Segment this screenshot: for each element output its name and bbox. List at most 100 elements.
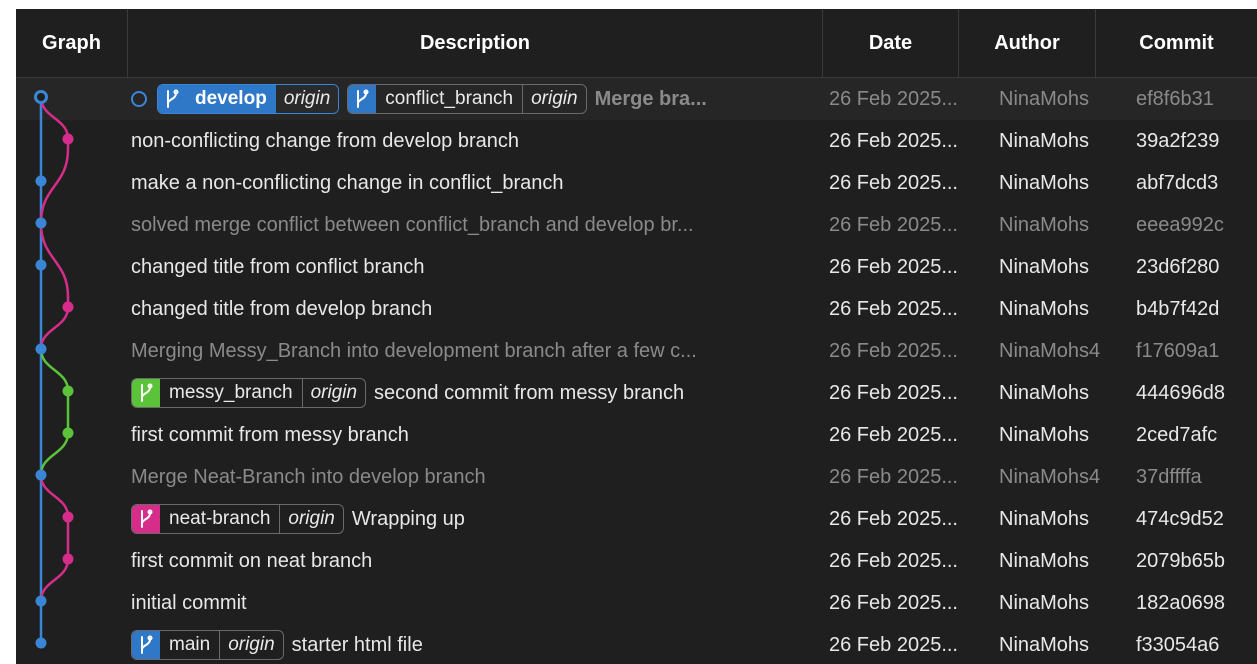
commit-node-icon[interactable] — [62, 301, 74, 313]
commit-hash: 2ced7afc — [1136, 424, 1218, 446]
commit-node-icon[interactable] — [62, 385, 74, 397]
commit-message: Merge bra... — [594, 88, 707, 110]
branch-tag-conflict-branch[interactable]: conflict_branch origin — [347, 84, 587, 114]
commit-author: NinaMohs — [999, 172, 1090, 194]
branch-remote: origin — [275, 85, 339, 113]
commit-description: develop origin conflict_branch origin Merge … — [131, 78, 821, 120]
commit-node-icon[interactable] — [62, 133, 74, 145]
commit-node-icon[interactable] — [35, 595, 47, 607]
author-column-header[interactable]: Author — [958, 9, 1095, 77]
commit-description: Merge Neat-Branch into develop branch — [131, 456, 821, 498]
commit-row[interactable]: changed title from develop branch 26 Feb … — [16, 288, 1257, 330]
commit-row[interactable]: Merging Messy_Branch into development br… — [16, 330, 1257, 372]
branch-name: messy_branch — [160, 379, 303, 407]
commit-node-icon[interactable] — [62, 511, 74, 523]
title-branch-lane — [39, 222, 70, 350]
commit-description: neat-branch origin Wrapping up — [131, 498, 821, 540]
commit-row[interactable]: solved merge conflict between conflict_b… — [16, 204, 1257, 246]
commit-hash: 23d6f280 — [1136, 256, 1220, 278]
commit-hash: eeea992c — [1136, 214, 1224, 236]
commit-message: second commit from messy branch — [374, 382, 685, 404]
commit-date: 26 Feb 2025... — [829, 634, 958, 656]
commit-date: 26 Feb 2025... — [829, 256, 958, 278]
commit-description: changed title from conflict branch — [131, 246, 821, 288]
table-header: Graph Description Date Author Commit — [16, 9, 1257, 78]
commit-description: messy_branch origin second commit from mes… — [131, 372, 821, 414]
commit-description: first commit on neat branch — [131, 540, 821, 582]
commit-node-icon[interactable] — [35, 469, 47, 481]
commit-author: NinaMohs — [999, 508, 1090, 530]
commit-author: NinaMohs — [999, 592, 1090, 614]
branch-icon — [132, 379, 160, 407]
branch-tag-messy-branch[interactable]: messy_branch origin — [131, 378, 367, 408]
branch-remote: origin — [531, 88, 578, 109]
commit-node-icon[interactable] — [35, 637, 47, 649]
branch-remote: origin — [288, 508, 335, 529]
graph-column-header[interactable]: Graph — [16, 9, 127, 77]
branch-graph — [34, 90, 74, 649]
commit-row[interactable]: first commit from messy branch 26 Feb 202… — [16, 414, 1257, 456]
commit-node-icon[interactable] — [35, 259, 47, 271]
commit-author: NinaMohs — [999, 256, 1090, 278]
commit-node-icon[interactable] — [35, 175, 47, 187]
branch-remote: origin — [310, 382, 358, 403]
commit-description: solved merge conflict between conflict_b… — [131, 204, 821, 246]
date-column-header[interactable]: Date — [822, 9, 958, 77]
commit-row[interactable]: changed title from conflict branch 26 Feb… — [16, 246, 1257, 288]
branch-name: neat-branch — [160, 505, 281, 533]
branch-name: main — [160, 631, 221, 659]
commit-message: changed title from conflict branch — [131, 256, 425, 278]
commit-node-icon[interactable] — [35, 217, 47, 229]
description-column-header[interactable]: Description — [127, 9, 822, 77]
branch-tag-neat-branch[interactable]: neat-branch origin — [131, 504, 344, 534]
commit-date: 26 Feb 2025... — [829, 172, 958, 194]
commit-column-header[interactable]: Commit — [1095, 9, 1257, 77]
commit-node-icon[interactable] — [34, 90, 48, 104]
commit-message: changed title from develop branch — [131, 298, 433, 320]
commit-hash: f17609a1 — [1136, 340, 1220, 362]
commit-row[interactable]: make a non-conflicting change in conflic… — [16, 162, 1257, 204]
commit-row[interactable]: main origin starter html file 26 Feb 2025..… — [16, 624, 1257, 664]
commit-date: 26 Feb 2025... — [829, 382, 958, 404]
commit-row[interactable]: Merge Neat-Branch into develop branch 26 … — [16, 456, 1257, 498]
branch-tag-develop[interactable]: develop origin — [157, 84, 340, 114]
commit-hash: 37dffffa — [1136, 466, 1202, 488]
commit-message: first commit on neat branch — [131, 550, 373, 572]
branch-tag-main[interactable]: main origin — [131, 630, 284, 660]
commit-description: changed title from develop branch — [131, 288, 821, 330]
commit-date: 26 Feb 2025... — [829, 214, 958, 236]
commit-author: NinaMohs4 — [999, 466, 1101, 488]
branch-name: conflict_branch — [376, 85, 524, 113]
commit-hash: ef8f6b31 — [1136, 88, 1214, 110]
commit-node-icon[interactable] — [62, 553, 74, 565]
commit-row[interactable]: initial commit 26 Feb 2025... NinaMohs 182a… — [16, 582, 1257, 624]
commit-hash: abf7dcd3 — [1136, 172, 1219, 194]
commit-author: NinaMohs — [999, 634, 1090, 656]
branch-icon — [132, 505, 160, 533]
commit-message: Merging Messy_Branch into development br… — [131, 340, 697, 362]
commit-node-icon[interactable] — [35, 343, 47, 355]
commit-row[interactable]: first commit on neat branch 26 Feb 2025..… — [16, 540, 1257, 582]
commit-date: 26 Feb 2025... — [829, 508, 958, 530]
commit-description: initial commit — [131, 582, 821, 624]
neat-branch-lane — [39, 474, 70, 602]
commit-message: solved merge conflict between conflict_b… — [131, 214, 694, 236]
commit-description: first commit from messy branch — [131, 414, 821, 456]
commit-message: starter html file — [291, 634, 423, 656]
develop-branch-lane — [39, 96, 70, 224]
commit-description: main origin starter html file — [131, 624, 821, 664]
commit-row[interactable]: non-conflicting change from develop bran… — [16, 120, 1257, 162]
commit-row[interactable]: messy_branch origin second commit from mes… — [16, 372, 1257, 414]
commit-author: NinaMohs — [999, 298, 1090, 320]
commit-author: NinaMohs — [999, 88, 1090, 110]
commit-date: 26 Feb 2025... — [829, 298, 958, 320]
branch-icon — [158, 85, 186, 113]
commit-date: 26 Feb 2025... — [829, 88, 958, 110]
commit-date: 26 Feb 2025... — [829, 466, 958, 488]
commit-author: NinaMohs — [999, 130, 1090, 152]
commit-node-icon[interactable] — [62, 427, 74, 439]
head-indicator-icon — [131, 91, 147, 107]
commit-row[interactable]: develop origin conflict_branch origin Merge … — [16, 78, 1257, 120]
commit-message: make a non-conflicting change in conflic… — [131, 172, 564, 194]
commit-row[interactable]: neat-branch origin Wrapping up 26 Feb 2025.… — [16, 498, 1257, 540]
